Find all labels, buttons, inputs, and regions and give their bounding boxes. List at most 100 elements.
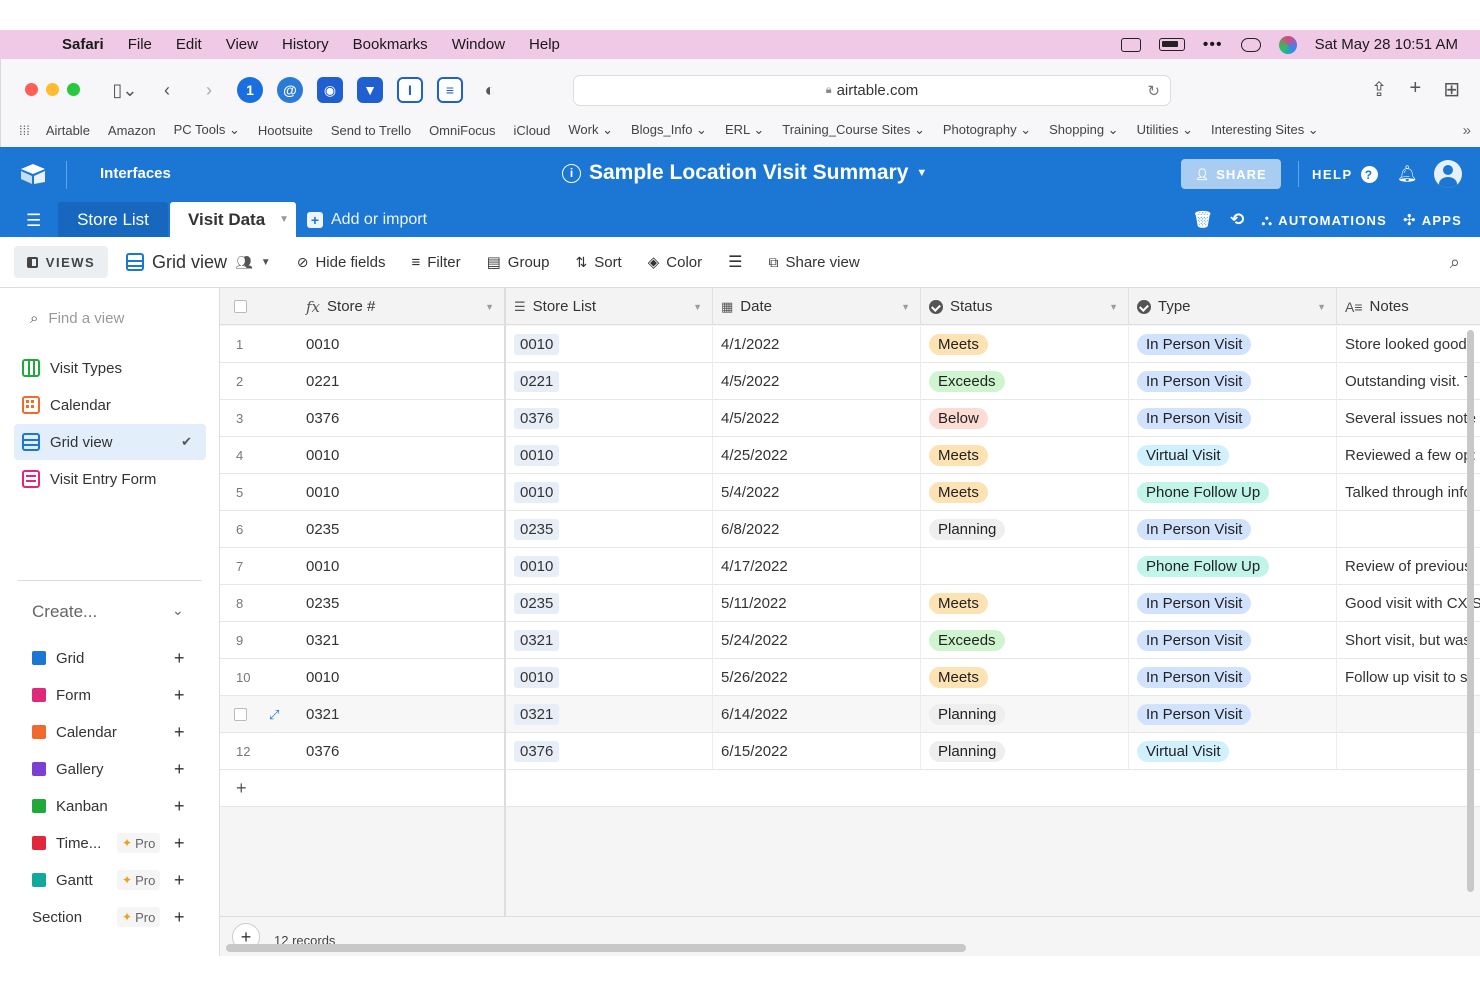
store-number-cell[interactable]: 0321 xyxy=(298,696,505,733)
group-button[interactable]: ▤ Group xyxy=(487,253,550,272)
share-icon[interactable]: ⇪ xyxy=(1371,77,1388,102)
date-cell[interactable]: 6/15/2022 xyxy=(713,733,921,770)
store-number-cell[interactable]: 0010 xyxy=(298,437,505,474)
status-cell[interactable]: Meets xyxy=(921,585,1129,622)
linked-record-chip[interactable]: 0376 xyxy=(514,741,560,762)
control-center-icon[interactable] xyxy=(1240,37,1261,52)
bookmark-item[interactable]: Amazon xyxy=(108,123,156,138)
table-row[interactable]: 6 0235 0235 6/8/2022 Planning In Person Visit xyxy=(220,511,1480,548)
status-cell[interactable]: Exceeds xyxy=(921,622,1129,659)
date-cell[interactable]: 4/1/2022 xyxy=(713,326,921,363)
more-bookmarks-icon[interactable]: » xyxy=(1463,122,1471,139)
table-row[interactable]: ⤢ 0321 0321 6/14/2022 Planning In Person Visi… xyxy=(220,696,1480,733)
status-cell[interactable]: Exceeds xyxy=(921,363,1129,400)
date-cell[interactable]: 5/11/2022 xyxy=(713,585,921,622)
zoom-window-button[interactable] xyxy=(67,83,80,96)
row-number-cell[interactable]: 9 xyxy=(220,622,298,659)
column-header-status[interactable]: Status ▼ xyxy=(921,288,1129,325)
notes-cell[interactable]: Store looked good. xyxy=(1337,326,1480,363)
linked-record-chip[interactable]: 0010 xyxy=(514,667,560,688)
bookmark-item[interactable]: Work ⌄ xyxy=(568,122,613,138)
back-icon[interactable]: ‹ xyxy=(153,80,181,101)
battery-icon[interactable] xyxy=(1158,38,1185,51)
add-view-icon[interactable]: + xyxy=(174,648,185,669)
linked-record-chip[interactable]: 0010 xyxy=(514,334,560,355)
create-view-item[interactable]: Calendar + xyxy=(32,720,192,744)
hide-fields-button[interactable]: ⊘ Hide fields xyxy=(297,254,386,271)
menubar-clock[interactable]: Sat May 28 10:51 AM xyxy=(1315,36,1458,53)
column-header-store-num[interactable]: fx Store # ▼ xyxy=(298,288,505,325)
expand-record-icon[interactable]: ⤢ xyxy=(269,707,279,723)
menu-view[interactable]: View xyxy=(226,36,258,53)
store-number-cell[interactable]: 0235 xyxy=(298,511,505,548)
notifications-bell-icon[interactable]: 🔔︎ xyxy=(1397,164,1417,184)
status-cell[interactable]: Meets xyxy=(921,437,1129,474)
store-list-cell[interactable]: 0010 xyxy=(506,326,713,363)
type-cell[interactable]: Virtual Visit xyxy=(1129,437,1337,474)
airtable-logo-icon[interactable] xyxy=(20,163,46,185)
table-row[interactable]: 9 0321 0321 5/24/2022 Exceeds In Person Visit… xyxy=(220,622,1480,659)
bookmark-item[interactable]: PC Tools ⌄ xyxy=(174,122,240,138)
close-window-button[interactable] xyxy=(25,83,38,96)
forward-icon[interactable]: › xyxy=(195,80,223,101)
store-list-cell[interactable]: 0321 xyxy=(506,696,713,733)
column-header-notes[interactable]: A≡ Notes xyxy=(1337,288,1480,325)
bookmark-item[interactable]: Utilities ⌄ xyxy=(1137,122,1193,138)
color-button[interactable]: ◈ Color xyxy=(648,253,702,272)
store-list-cell[interactable]: 0321 xyxy=(506,622,713,659)
type-cell[interactable]: Phone Follow Up xyxy=(1129,548,1337,585)
store-number-cell[interactable]: 0010 xyxy=(298,474,505,511)
add-record-row[interactable]: + xyxy=(220,770,505,807)
sidebar-view-item[interactable]: Visit Entry Form xyxy=(14,461,206,497)
more-icon[interactable]: ••• xyxy=(1203,36,1223,54)
download-status-icon[interactable] xyxy=(1120,37,1141,52)
siri-icon[interactable] xyxy=(1278,35,1297,54)
vertical-scrollbar[interactable] xyxy=(1467,330,1474,892)
row-number-cell[interactable]: 2 xyxy=(220,363,298,400)
extension-checklist-icon[interactable]: ≡ xyxy=(437,77,463,103)
type-cell[interactable]: In Person Visit xyxy=(1129,400,1337,437)
date-cell[interactable]: 6/14/2022 xyxy=(713,696,921,733)
linked-record-chip[interactable]: 0321 xyxy=(514,704,560,725)
extension-people-icon[interactable]: ◉ xyxy=(317,77,343,103)
apps-button[interactable]: ✣ APPS xyxy=(1403,211,1462,229)
linked-record-chip[interactable]: 0321 xyxy=(514,630,560,651)
status-cell[interactable] xyxy=(921,548,1129,585)
menu-help[interactable]: Help xyxy=(529,36,560,53)
row-number-cell[interactable]: 4 xyxy=(220,437,298,474)
info-icon[interactable]: i xyxy=(562,163,581,183)
store-list-cell[interactable]: 0010 xyxy=(506,548,713,585)
interfaces-link[interactable]: Interfaces xyxy=(100,165,171,182)
row-number-cell[interactable]: 1 xyxy=(220,326,298,363)
row-number-cell[interactable]: 5 xyxy=(220,474,298,511)
chevron-down-icon[interactable]: ⌄ xyxy=(172,602,184,619)
notes-cell[interactable] xyxy=(1337,733,1480,770)
chevron-down-icon[interactable]: ▼ xyxy=(693,302,702,312)
create-view-item[interactable]: Gallery + xyxy=(32,757,192,781)
bookmark-item[interactable]: Hootsuite xyxy=(258,123,313,138)
store-list-cell[interactable]: 0235 xyxy=(506,585,713,622)
create-view-item[interactable]: Form + xyxy=(32,683,192,707)
share-button[interactable]: 👤︎ SHARE xyxy=(1181,159,1281,189)
table-row[interactable]: 10 0010 0010 5/26/2022 Meets In Person Visit F… xyxy=(220,659,1480,696)
column-header-date[interactable]: ▦ Date ▼ xyxy=(713,288,921,325)
bookmark-item[interactable]: iCloud xyxy=(514,123,551,138)
date-cell[interactable]: 6/8/2022 xyxy=(713,511,921,548)
bookmark-item[interactable]: Interesting Sites ⌄ xyxy=(1211,122,1319,138)
menu-file[interactable]: File xyxy=(128,36,152,53)
tab-store-list[interactable]: Store List xyxy=(58,202,168,237)
linked-record-chip[interactable]: 0376 xyxy=(514,408,560,429)
linked-record-chip[interactable]: 0235 xyxy=(514,593,560,614)
row-number-cell[interactable]: 12 xyxy=(220,733,298,770)
notes-cell[interactable]: Short visit, but was xyxy=(1337,622,1480,659)
date-cell[interactable]: 5/24/2022 xyxy=(713,622,921,659)
create-view-item[interactable]: Section ✦ Pro + xyxy=(32,905,192,929)
add-view-icon[interactable]: + xyxy=(174,907,185,928)
tab-visit-data[interactable]: Visit Data ▼ xyxy=(170,202,296,237)
address-bar[interactable]: 🔒︎ airtable.com ↻ xyxy=(573,75,1171,106)
bookmark-item[interactable]: ERL ⌄ xyxy=(725,122,764,138)
menu-window[interactable]: Window xyxy=(452,36,505,53)
store-list-cell[interactable]: 0010 xyxy=(506,659,713,696)
menu-edit[interactable]: Edit xyxy=(176,36,202,53)
filter-button[interactable]: ≡ Filter xyxy=(411,254,460,271)
